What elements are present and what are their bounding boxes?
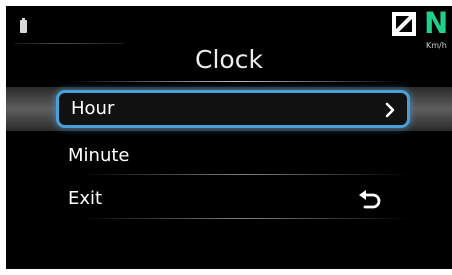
gear-box-icon: [392, 12, 416, 36]
back-arrow-icon: [359, 190, 381, 209]
title-divider: [66, 81, 406, 82]
menu-item-minute-label: Minute: [68, 145, 130, 166]
page-title: Clock: [195, 45, 263, 74]
battery-icon: [20, 18, 27, 33]
menu-item-exit[interactable]: Exit: [56, 180, 410, 218]
chevron-right-icon: [385, 102, 395, 118]
menu-item-hour-label: Hour: [71, 98, 115, 119]
menu-item-exit-label: Exit: [68, 188, 103, 209]
gear-indicator: N: [424, 6, 449, 40]
dashboard-screen: N Km/h Clock Hour Minute Exit: [6, 6, 452, 269]
menu-item-minute[interactable]: Minute: [56, 137, 410, 175]
menu-divider: [80, 218, 410, 219]
menu-item-hour[interactable]: Hour: [56, 90, 410, 128]
menu-divider: [80, 174, 410, 175]
